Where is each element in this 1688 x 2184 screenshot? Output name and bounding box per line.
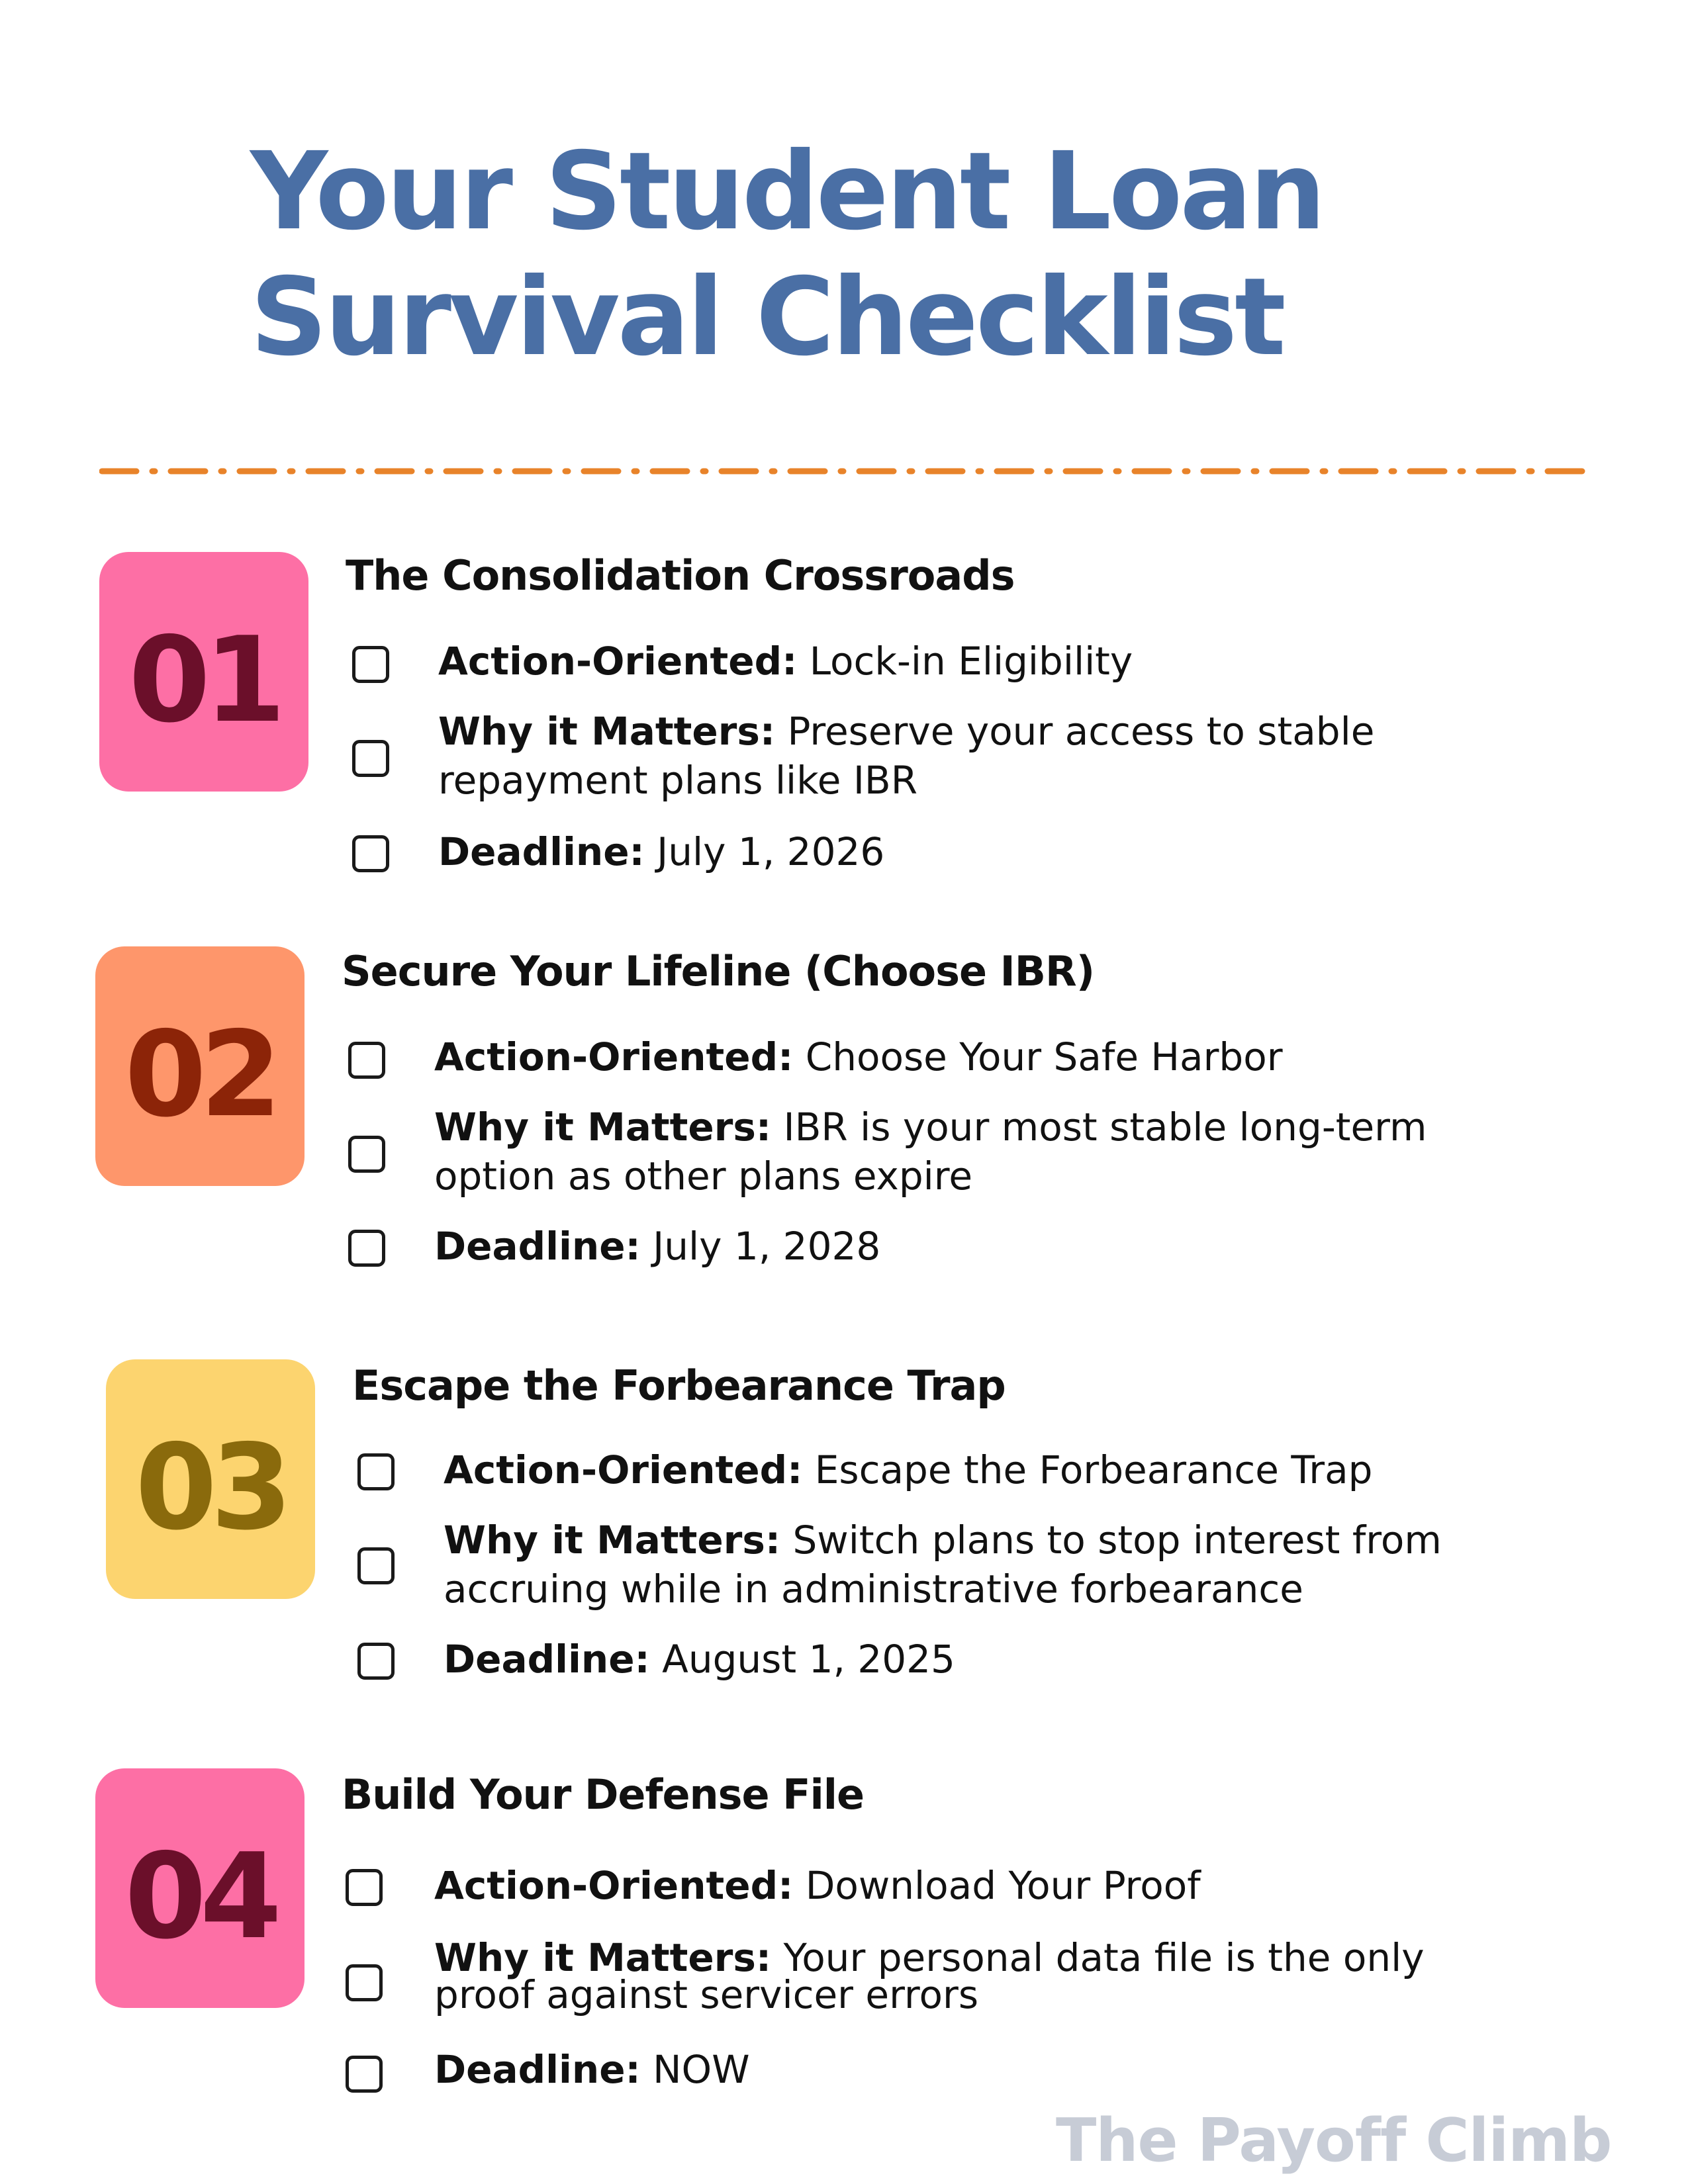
item-label: Deadline:	[434, 2047, 641, 2092]
item-why-1: Why it Matters: Preserve your access to …	[438, 707, 1374, 805]
checkbox-action-4[interactable]	[346, 1869, 383, 1906]
item-action-2: Action-Oriented: Choose Your Safe Harbor	[434, 1032, 1283, 1081]
item-text-line-2: proof against servicer errors	[434, 1972, 979, 2017]
item-text: Escape the Forbearance Trap	[802, 1447, 1373, 1492]
checkbox-why-1[interactable]	[352, 740, 389, 777]
item-label: Deadline:	[444, 1637, 650, 1682]
item-deadline-2: Deadline: July 1, 2028	[434, 1222, 880, 1271]
step-badge-4: 04	[95, 1768, 305, 2008]
brand-watermark: The Payoff Climb	[1056, 2106, 1612, 2175]
item-deadline-4: Deadline: NOW	[434, 2045, 750, 2094]
item-text: August 1, 2025	[649, 1637, 955, 1682]
checkbox-why-4[interactable]	[346, 1964, 383, 2001]
section-title-4: Build Your Defense File	[342, 1770, 865, 1819]
item-action-3: Action-Oriented: Escape the Forbearance …	[444, 1445, 1373, 1494]
item-why-2: Why it Matters: IBR is your most stable …	[434, 1103, 1427, 1201]
item-label: Deadline:	[434, 1224, 641, 1269]
item-text: July 1, 2026	[644, 829, 885, 874]
item-text: Preserve your access to stable	[775, 709, 1375, 754]
item-deadline-3: Deadline: August 1, 2025	[444, 1635, 955, 1684]
item-deadline-1: Deadline: July 1, 2026	[438, 827, 884, 876]
item-label: Why it Matters:	[434, 1105, 772, 1150]
item-text-line-2: option as other plans expire	[434, 1154, 973, 1199]
step-badge-1: 01	[99, 552, 308, 792]
item-text: NOW	[640, 2047, 750, 2092]
item-label: Why it Matters:	[438, 709, 776, 754]
step-number-1: 01	[128, 611, 286, 749]
item-why-3: Why it Matters: Switch plans to stop int…	[444, 1516, 1442, 1614]
step-badge-2: 02	[95, 946, 305, 1186]
item-text-line-2: accruing while in administrative forbear…	[444, 1567, 1303, 1612]
dash-dot-divider	[99, 468, 1589, 475]
item-label: Action-Oriented:	[434, 1034, 794, 1079]
item-text-line-2: repayment plans like IBR	[438, 758, 918, 803]
item-text: Choose Your Safe Harbor	[793, 1034, 1283, 1079]
step-badge-3: 03	[106, 1359, 315, 1599]
checkbox-action-2[interactable]	[348, 1042, 385, 1079]
item-text: Lock-in Eligibility	[797, 639, 1133, 684]
item-action-1: Action-Oriented: Lock-in Eligibility	[438, 637, 1133, 686]
item-why-4: Why it Matters: Your personal data file …	[434, 1938, 1425, 2014]
step-number-3: 03	[135, 1418, 293, 1556]
section-title-1: The Consolidation Crossroads	[346, 551, 1015, 600]
item-text: July 1, 2028	[640, 1224, 881, 1269]
step-number-2: 02	[124, 1005, 282, 1143]
page-title-line-2: Survival Checklist	[250, 255, 1286, 380]
section-title-2: Secure Your Lifeline (Choose IBR)	[342, 947, 1095, 995]
checkbox-why-2[interactable]	[348, 1136, 385, 1173]
item-label: Action-Oriented:	[438, 639, 798, 684]
item-text: Download Your Proof	[793, 1863, 1201, 1908]
checkbox-deadline-4[interactable]	[346, 2056, 383, 2093]
page-title-line-1: Your Student Loan	[250, 130, 1326, 254]
page-title: Your Student Loan Survival Checklist	[250, 129, 1326, 381]
checkbox-deadline-2[interactable]	[348, 1230, 385, 1267]
section-title-3: Escape the Forbearance Trap	[352, 1361, 1006, 1410]
checkbox-action-3[interactable]	[357, 1453, 395, 1490]
step-number-4: 04	[124, 1827, 282, 1965]
item-label: Action-Oriented:	[444, 1447, 803, 1492]
checkbox-action-1[interactable]	[352, 646, 389, 683]
item-label: Why it Matters:	[444, 1518, 781, 1563]
checkbox-deadline-1[interactable]	[352, 835, 389, 872]
item-action-4: Action-Oriented: Download Your Proof	[434, 1861, 1201, 1910]
item-label: Action-Oriented:	[434, 1863, 794, 1908]
checkbox-deadline-3[interactable]	[357, 1643, 395, 1680]
item-text: IBR is your most stable long-term	[771, 1105, 1427, 1150]
item-text: Switch plans to stop interest from	[780, 1518, 1442, 1563]
checkbox-why-3[interactable]	[357, 1547, 395, 1584]
item-label: Deadline:	[438, 829, 645, 874]
